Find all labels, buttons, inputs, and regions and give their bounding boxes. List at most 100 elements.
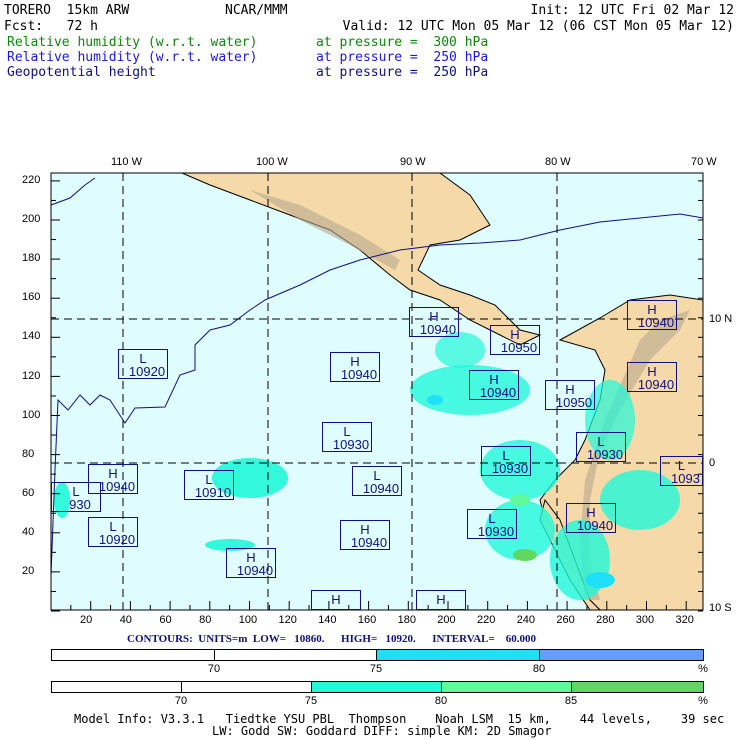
center-height: 10920 — [98, 532, 136, 547]
high-center-label: H 10940 — [627, 300, 677, 330]
center-height: 10930 — [332, 437, 370, 452]
center-height: 10950 — [555, 395, 593, 410]
left-tick-label: 40 — [22, 525, 35, 538]
colorbar-segment — [539, 649, 704, 661]
colorbar-label: % — [698, 695, 708, 707]
left-tick-label: 180 — [22, 252, 41, 265]
colorbar-label: 75 — [304, 695, 318, 707]
left-tick-label: 220 — [22, 174, 41, 186]
bottom-tick-label: 160 — [357, 614, 377, 626]
right-lat-label: 10 N — [709, 313, 733, 325]
left-tick-label: 100 — [22, 408, 41, 421]
bottom-tick-label: 40 — [119, 614, 132, 626]
high-center-label: H — [416, 590, 466, 610]
high-center-label: H — [311, 590, 361, 610]
contour-info: CONTOURS: UNITS=m LOW= 10860. HIGH= 1092… — [127, 633, 537, 645]
right-lat-label: 10 S — [709, 602, 732, 614]
low-center-label: L 10910 — [184, 470, 234, 500]
bottom-tick-label: 300 — [635, 614, 655, 626]
colorbar-label: 70 — [207, 663, 221, 675]
center-height: 10930 — [491, 461, 529, 476]
top-lon-label: 110 W — [111, 156, 142, 168]
low-center-label: L 1093 — [660, 456, 703, 486]
bottom-tick-label: 180 — [397, 614, 416, 626]
colorbar-segment — [311, 681, 442, 693]
bottom-tick-label: 60 — [159, 614, 172, 626]
colorbar-segment — [441, 681, 572, 693]
colorbar-segment — [51, 681, 182, 693]
center-type: H — [436, 592, 446, 607]
bottom-tick-label: 280 — [596, 614, 615, 626]
left-tick-label: 60 — [22, 486, 35, 499]
low-center-label: L 10920 — [88, 517, 138, 547]
bottom-tick-label: 100 — [238, 614, 258, 626]
high-center-label: H 10950 — [490, 325, 540, 355]
high-center-label: H 10940 — [566, 503, 616, 533]
center-height: 10940 — [479, 385, 517, 400]
center-height: 10940 — [576, 518, 614, 533]
center-height: 10940 — [637, 315, 675, 330]
high-center-label: H 10940 — [340, 520, 390, 550]
colorbar-label: % — [698, 663, 708, 675]
colorbar-segment — [51, 649, 215, 661]
colorbar-label: 75 — [369, 663, 383, 675]
center-height: 10930 — [477, 524, 515, 539]
low-center-label: L 930 — [51, 482, 101, 512]
bottom-tick-label: 220 — [477, 614, 496, 626]
bottom-tick-label: 320 — [675, 614, 694, 626]
center-height: 10940 — [340, 367, 378, 382]
top-lon-label: 80 W — [545, 156, 571, 168]
low-center-label: L 10930 — [322, 422, 372, 452]
bottom-tick-label: 260 — [556, 614, 575, 626]
center-height: 930 — [69, 497, 91, 512]
center-type: H — [331, 592, 341, 607]
colorbar-label: 70 — [174, 695, 188, 707]
bottom-tick-label: 200 — [437, 614, 456, 626]
left-tick-label: 120 — [22, 369, 41, 382]
high-center-label: H 10940 — [469, 370, 519, 400]
high-center-label: H 10940 — [409, 307, 459, 337]
bottom-tick-label: 240 — [516, 614, 536, 626]
center-height: 10910 — [194, 485, 232, 500]
model-info-line2: LW: Godd SW: Goddard DIFF: simple KM: 2D… — [212, 724, 552, 738]
low-center-label: L 10940 — [352, 466, 402, 496]
left-tick-label: 80 — [22, 447, 35, 460]
center-height: 10940 — [637, 377, 675, 392]
left-tick-label: 140 — [22, 330, 41, 343]
high-center-label: H 10940 — [226, 548, 276, 578]
bottom-tick-label: 80 — [199, 614, 212, 626]
low-center-label: L 10930 — [576, 432, 626, 462]
high-center-label: H 10950 — [545, 380, 595, 410]
center-height: 1093 — [671, 471, 700, 486]
colorbar-label: 80 — [532, 663, 546, 675]
low-center-label: L 10930 — [467, 509, 517, 539]
colorbar-segment — [571, 681, 704, 693]
colorbar-label: 80 — [434, 695, 448, 707]
center-height: 10940 — [362, 481, 400, 496]
left-tick-label: 200 — [22, 213, 41, 226]
high-center-label: H 10940 — [627, 362, 677, 392]
bottom-tick-label: 140 — [318, 614, 337, 626]
center-height: 10950 — [500, 340, 538, 355]
center-height: 10940 — [236, 563, 274, 578]
top-lon-label: 70 W — [691, 156, 717, 168]
center-height: 10940 — [350, 535, 388, 550]
colorbar-segment — [181, 681, 312, 693]
bottom-tick-label: 20 — [80, 614, 93, 626]
weather-map-page: TORERO 15km ARW NCAR/MMM Init: 12 UTC Fr… — [0, 0, 740, 740]
center-height: 10930 — [586, 447, 624, 462]
colorbar-segment — [214, 649, 377, 661]
left-tick-label: 160 — [22, 291, 41, 304]
top-lon-label: 90 W — [400, 156, 426, 168]
left-tick-label: 20 — [22, 565, 35, 577]
right-lat-label: 0 — [709, 457, 716, 469]
center-height: 10940 — [419, 322, 457, 337]
bottom-tick-label: 120 — [278, 614, 297, 626]
center-height: 10920 — [128, 364, 166, 379]
low-center-label: L 10920 — [118, 349, 168, 379]
colorbar-label: 85 — [564, 695, 578, 707]
top-lon-label: 100 W — [256, 156, 288, 168]
low-center-label: L 10930 — [481, 446, 531, 476]
high-center-label: H 10940 — [330, 352, 380, 382]
colorbar-segment — [376, 649, 540, 661]
